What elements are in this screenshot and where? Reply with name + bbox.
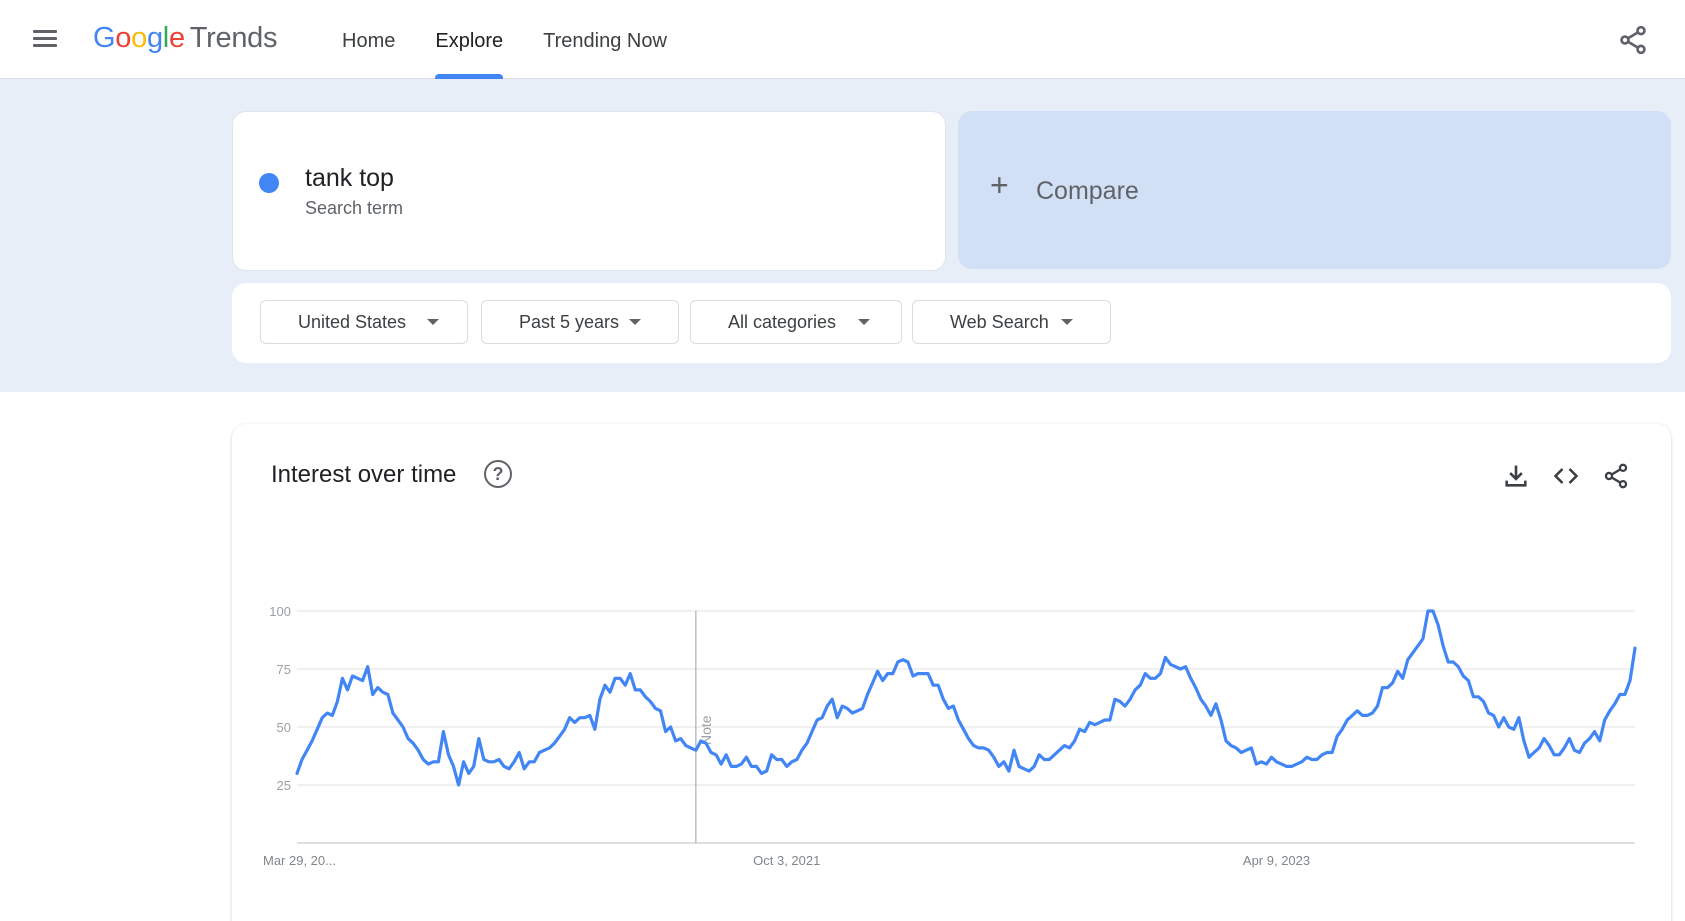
- caret-down-icon: [427, 319, 439, 325]
- filter-label: All categories: [728, 312, 837, 332]
- caret-down-icon: [1061, 319, 1073, 325]
- y-tick-label: 50: [277, 720, 291, 735]
- search-term-card[interactable]: tank top Search term: [232, 111, 946, 271]
- tab-explore[interactable]: Explore: [435, 0, 503, 79]
- series-line-tank-top: [295, 609, 1637, 787]
- filter-label: Past 5 years: [519, 312, 620, 332]
- google-trends-logo[interactable]: Google Trends: [93, 22, 277, 55]
- x-tick-label: Oct 3, 2021: [753, 853, 820, 868]
- x-tick-label: Apr 9, 2023: [1243, 853, 1310, 868]
- search-term-type: Search term: [305, 198, 404, 218]
- plus-icon: +: [990, 167, 1009, 203]
- search-type-filter-dropdown[interactable]: Web Search: [912, 300, 1111, 344]
- share-icon[interactable]: [1617, 24, 1649, 56]
- interest-line-chart[interactable]: 255075100NoteMar 29, 20... Oct 3, 2021 Apr…: [232, 424, 1671, 921]
- filter-label: Web Search: [950, 312, 1049, 332]
- search-term[interactable]: tank top: [305, 164, 394, 193]
- main-nav: Home Explore Trending Now: [342, 0, 707, 79]
- logo-letter: g: [146, 22, 163, 54]
- interest-over-time-card: Interest over time ? 25 50 75 100 Note Mar 29…: [232, 424, 1671, 921]
- menu-icon[interactable]: [30, 26, 60, 54]
- caret-down-icon: [858, 319, 870, 325]
- category-filter-dropdown[interactable]: All categories: [690, 300, 902, 344]
- y-tick-label: 75: [277, 662, 291, 677]
- compare-button[interactable]: + Compare: [958, 111, 1671, 269]
- caret-down-icon: [629, 319, 641, 325]
- term-color-dot: [259, 173, 279, 193]
- app-header: Google Trends Home Explore Trending Now: [0, 0, 1685, 79]
- time-filter-dropdown[interactable]: Past 5 years: [481, 300, 679, 344]
- tab-trending-now[interactable]: Trending Now: [543, 0, 667, 79]
- filter-bar: United States Past 5 years All categorie…: [232, 283, 1671, 363]
- logo-letter: o: [131, 22, 147, 54]
- compare-label: Compare: [1036, 177, 1139, 205]
- logo-letter: o: [115, 22, 132, 54]
- logo-letter: G: [93, 22, 116, 54]
- y-tick-label: 25: [277, 778, 291, 793]
- x-tick-label: Mar 29, 20...: [263, 853, 336, 868]
- logo-product: Trends: [189, 22, 278, 54]
- tab-home[interactable]: Home: [342, 0, 395, 79]
- filter-label: United States: [298, 312, 407, 332]
- y-tick-label: 100: [269, 604, 291, 619]
- geo-filter-dropdown[interactable]: United States: [260, 300, 468, 344]
- logo-letter: e: [168, 22, 185, 54]
